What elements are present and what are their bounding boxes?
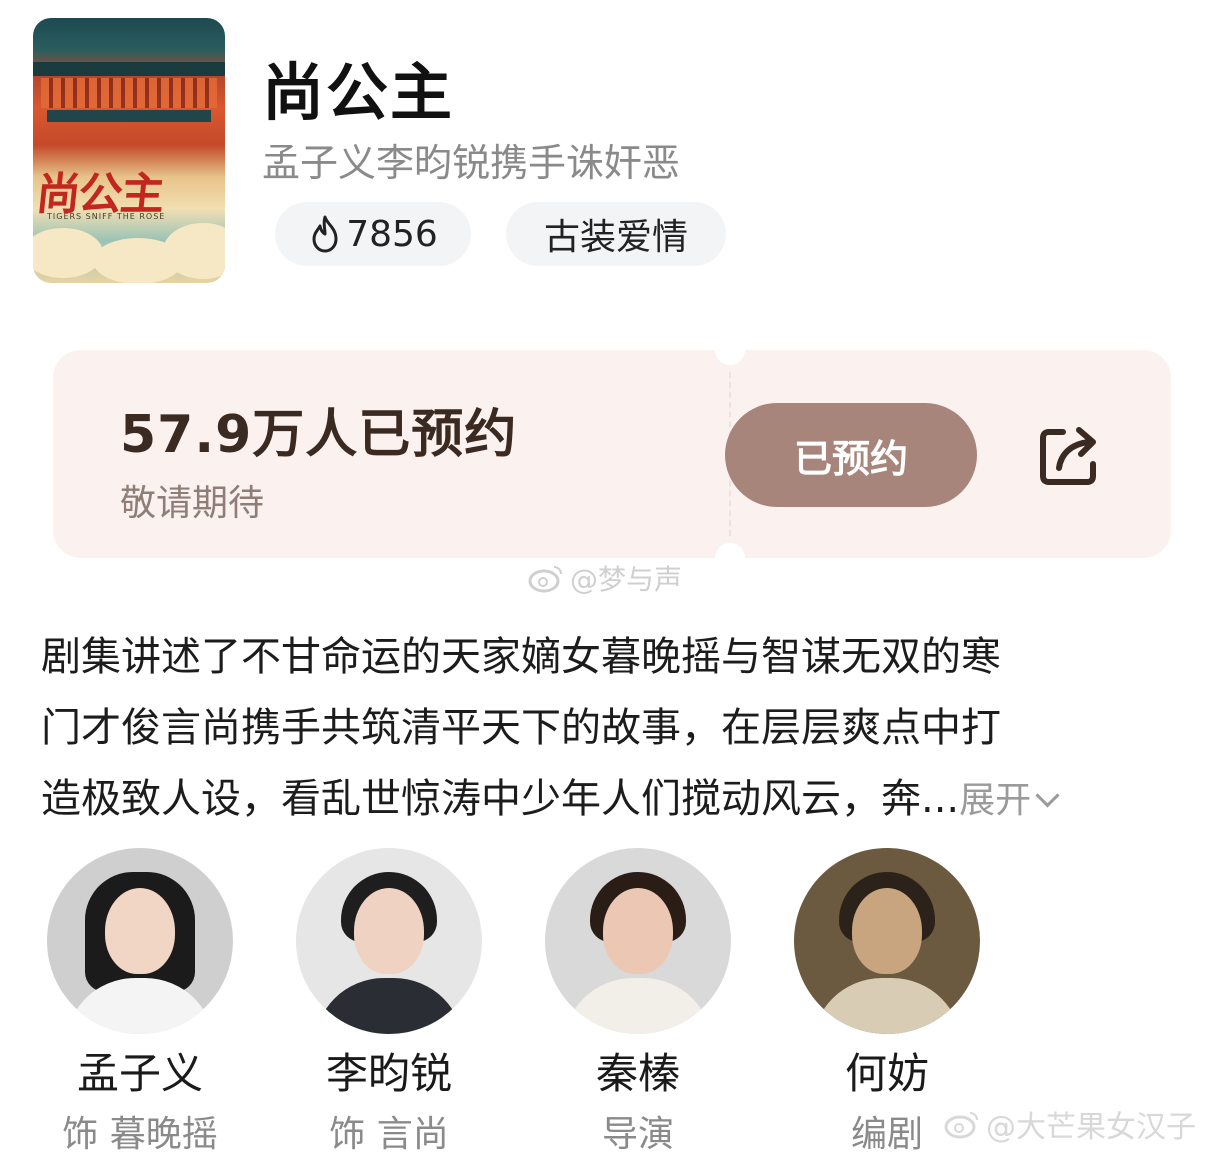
avatar [47, 848, 233, 1034]
poster-columns [41, 78, 217, 108]
watermark-bottom: @大芒果女汉子 [944, 1102, 1196, 1146]
avatar-face [603, 888, 673, 974]
flame-icon [312, 215, 338, 253]
poster-roof [33, 62, 225, 76]
cast-name: 何妨 [844, 1049, 929, 1098]
watermark-top: @梦与声 [528, 558, 682, 598]
expand-label: 展开 [959, 780, 1032, 821]
chevron-down-icon [1035, 783, 1060, 808]
poster-roof [47, 110, 211, 122]
avatar-body [812, 978, 962, 1034]
cast-role: 饰 言尚 [329, 1114, 449, 1155]
cast-name: 孟子义 [76, 1049, 203, 1098]
reservation-count: 57.9万人已预约 [120, 405, 518, 465]
avatar-body [563, 978, 713, 1034]
cast-member[interactable]: 李昀锐 饰 言尚 [264, 848, 514, 1157]
avatar-face [852, 888, 922, 974]
synopsis: 剧集讲述了不甘命运的天家嫡女暮晚摇与智谋无双的寒 门才俊言尚携手共筑清平天下的故… [41, 622, 1191, 836]
avatar-face [354, 888, 424, 974]
share-icon[interactable] [1033, 420, 1105, 492]
weibo-icon [944, 1112, 978, 1139]
genre-label: 古装爱情 [543, 217, 688, 258]
watermark-text: @梦与声 [570, 563, 683, 596]
poster-cloud [33, 228, 103, 278]
reservation-card: 57.9万人已预约 敬请期待 已预约 [53, 335, 1171, 573]
cast-member[interactable]: 孟子义 饰 暮晚摇 [15, 848, 265, 1157]
avatar [296, 848, 482, 1034]
avatar-face [105, 888, 175, 974]
card-notch [715, 543, 745, 573]
poster-english-title: TIGERS SNIFF THE ROSE [47, 212, 166, 221]
avatar [794, 848, 980, 1034]
cast-role: 饰 暮晚摇 [62, 1114, 218, 1155]
card-notch [715, 335, 745, 365]
reservation-hint: 敬请期待 [120, 483, 265, 524]
cast-member[interactable]: 秦榛 导演 [513, 848, 763, 1157]
cast-name: 李昀锐 [325, 1049, 452, 1098]
heat-value: 7856 [346, 213, 438, 255]
avatar-body [65, 978, 215, 1034]
watermark-text: @大芒果女汉子 [986, 1110, 1196, 1145]
weibo-icon [528, 566, 562, 593]
heat-badge[interactable]: 7856 [275, 202, 471, 266]
expand-button[interactable]: 展开 [959, 780, 1060, 821]
synopsis-line: 门才俊言尚携手共筑清平天下的故事，在层层爽点中打 [41, 705, 1001, 751]
cast-name: 秦榛 [595, 1049, 680, 1098]
synopsis-line-last: 造极致人设，看乱世惊涛中少年人们搅动风云，奔...展开 [41, 764, 1191, 836]
synopsis-line: 造极致人设，看乱世惊涛中少年人们搅动风云，奔... [41, 776, 960, 822]
avatar [545, 848, 731, 1034]
reserved-button[interactable]: 已预约 [725, 403, 977, 507]
show-title: 尚公主 [262, 56, 455, 129]
cast-role: 导演 [601, 1114, 674, 1155]
avatar-body [314, 978, 464, 1034]
show-poster[interactable]: 尚公主 TIGERS SNIFF THE ROSE [33, 18, 225, 283]
genre-tag[interactable]: 古装爱情 [506, 202, 726, 266]
show-subtitle: 孟子义李昀锐携手诛奸恶 [262, 141, 681, 185]
synopsis-line: 剧集讲述了不甘命运的天家嫡女暮晚摇与智谋无双的寒 [41, 634, 1001, 680]
